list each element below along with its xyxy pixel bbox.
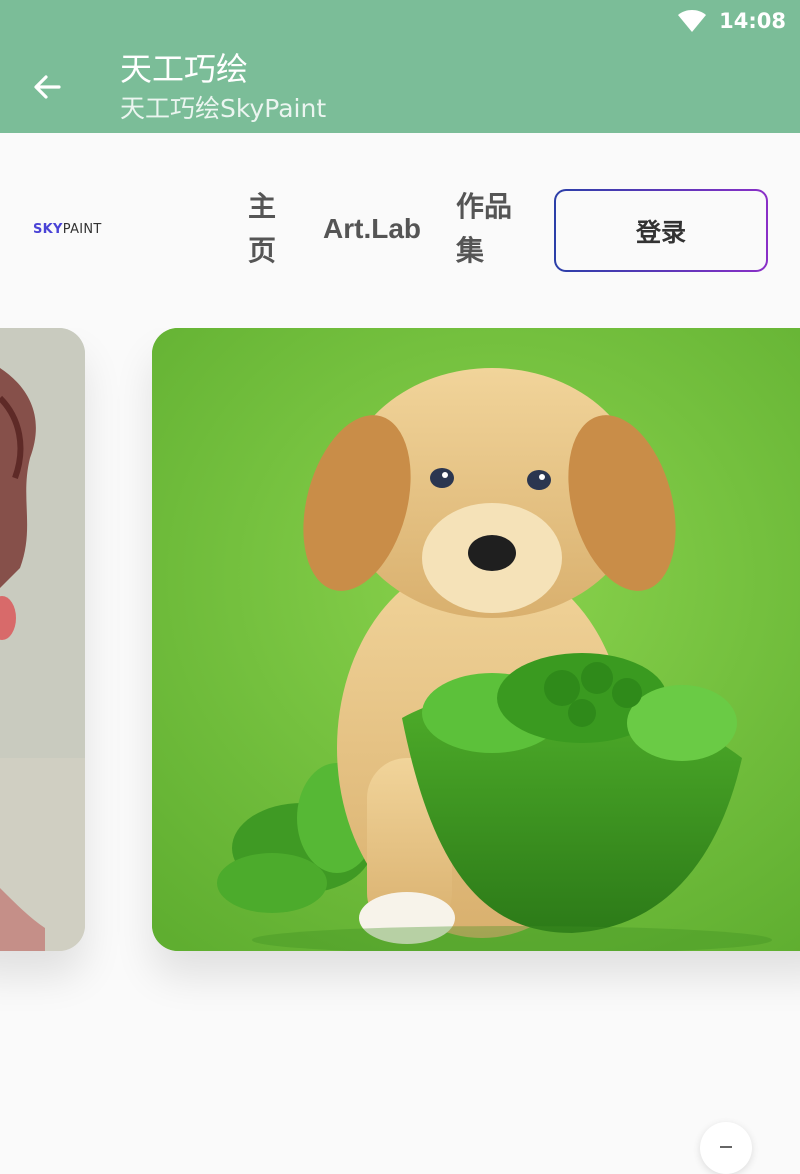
arrow-left-icon [34,75,61,99]
app-bar: 天工巧绘 天工巧绘SkyPaint [0,40,800,133]
image-carousel[interactable] [0,328,800,1028]
logo-paint-text: PAINT [62,222,102,237]
nav-link-artlab[interactable]: Art.Lab [323,207,421,251]
nav-link-works[interactable]: 作品集 [456,185,518,273]
status-icons: 14:08 [677,6,786,36]
status-bar: 14:08 [0,0,800,40]
page-subtitle: 天工巧绘SkyPaint [120,94,327,123]
carousel-card-prev[interactable] [0,328,85,951]
carousel-card-active[interactable] [152,328,800,951]
fab-icon [720,1146,732,1148]
site-nav: SKYPAINT 主页 Art.Lab 作品集 登录 [0,133,800,328]
nav-link-home[interactable]: 主页 [248,185,280,273]
page-title: 天工巧绘 [120,50,249,88]
login-button[interactable]: 登录 [554,189,768,272]
skypaint-logo[interactable]: SKYPAINT [33,222,102,237]
status-time: 14:08 [719,9,786,33]
wifi-icon [678,10,707,32]
portrait-image [0,328,85,951]
floating-action-button[interactable] [700,1122,752,1174]
puppy-with-bowl-image [152,328,800,951]
back-button[interactable] [22,62,72,112]
logo-sky-text: SKY [33,222,63,237]
